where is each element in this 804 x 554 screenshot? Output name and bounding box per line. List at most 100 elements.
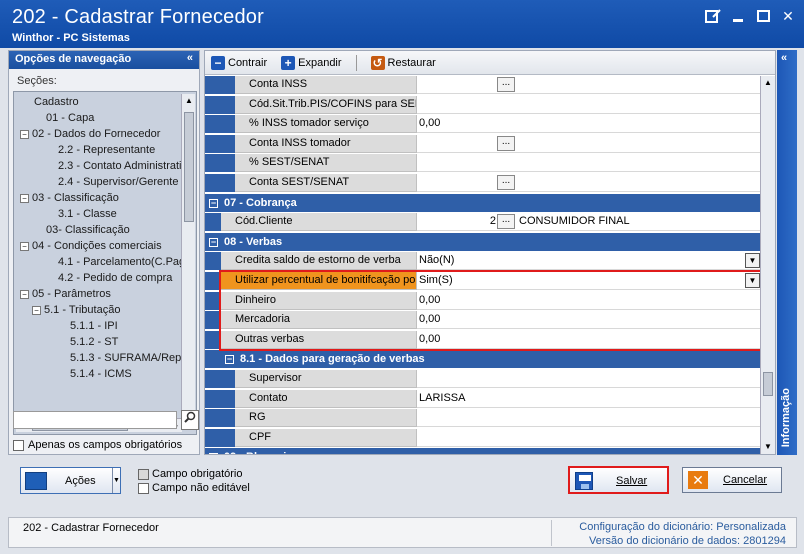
chevron-down-icon[interactable]: ▼	[745, 273, 760, 288]
scroll-up-icon[interactable]: ▲	[761, 76, 775, 90]
field-value[interactable]	[417, 154, 760, 172]
field-value[interactable]: Não(N) ▼	[417, 252, 760, 270]
field-value[interactable]: 0,00	[417, 292, 760, 310]
tree-item-label: 2.4 - Supervisor/Gerente	[58, 176, 179, 188]
scroll-thumb[interactable]	[184, 112, 194, 222]
tree-item[interactable]: 5.1.2 - ST	[16, 334, 182, 350]
section-search-input[interactable]	[13, 411, 177, 429]
minimize-icon[interactable]	[731, 8, 747, 24]
close-icon[interactable]: ✕	[780, 8, 796, 24]
tree-item[interactable]: 4.1 - Parcelamento(C.Paga	[16, 254, 182, 270]
tree-item-label: 05 - Parâmetros	[32, 288, 111, 300]
grid-row: Mercadoria 0,00	[205, 311, 760, 329]
field-value[interactable]	[417, 96, 760, 114]
tree-vertical-scrollbar[interactable]: ▲ ▼	[181, 94, 195, 420]
tree-item[interactable]: −02 - Dados do Fornecedor	[16, 126, 182, 142]
collapse-nav-icon[interactable]: «	[187, 52, 193, 64]
lookup-button[interactable]: ...	[497, 77, 515, 92]
tree-item[interactable]: 03- Classificação	[16, 222, 182, 238]
scroll-up-icon[interactable]: ▲	[182, 94, 196, 108]
section-header[interactable]: −08 - Verbas	[205, 233, 760, 251]
floppy-disk-icon	[575, 472, 593, 490]
info-panel-label: Informação	[780, 387, 792, 447]
field-value[interactable]	[417, 429, 760, 447]
field-label: % SEST/SENAT	[235, 154, 417, 172]
field-value[interactable]: 0,00	[417, 311, 760, 329]
tree-toggle-icon[interactable]: −	[20, 129, 29, 139]
info-panel[interactable]: « Informação	[777, 50, 797, 455]
field-value[interactable]: 2... CONSUMIDOR FINAL	[417, 213, 760, 231]
restore-button[interactable]: ↺ Restaurar	[370, 55, 436, 70]
tree-item[interactable]: Cadastro	[16, 94, 182, 110]
field-value[interactable]: 0,00	[417, 331, 760, 349]
scroll-thumb[interactable]	[763, 372, 773, 396]
actions-icon	[25, 471, 47, 490]
tree-item[interactable]: 3.1 - Classe	[16, 206, 182, 222]
field-value-text: 0,00	[419, 294, 441, 306]
tree-item-label: 4.1 - Parcelamento(C.Paga	[58, 256, 182, 268]
section-toggle-icon[interactable]: −	[209, 237, 218, 247]
field-value[interactable]: ...	[417, 135, 760, 153]
tree-item[interactable]: −04 - Condições comerciais	[16, 238, 182, 254]
field-value[interactable]	[417, 370, 760, 388]
tree-toggle-icon[interactable]: −	[20, 193, 29, 203]
tree-item[interactable]: −03 - Classificação	[16, 190, 182, 206]
section-header[interactable]: − 09 - Bloqueio	[205, 448, 760, 454]
only-required-checkbox[interactable]	[13, 439, 24, 451]
tree-toggle-icon[interactable]: −	[32, 305, 41, 315]
row-gutter	[205, 370, 235, 388]
field-value[interactable]: 0,00	[417, 115, 760, 133]
sections-tree-container: Cadastro 01 - Capa −02 - Dados do Forneced…	[13, 91, 197, 435]
edit-window-icon[interactable]	[705, 8, 721, 24]
tree-item[interactable]: 2.2 - Representante	[16, 142, 182, 158]
tree-item[interactable]: 5.1.4 - ICMS	[16, 366, 182, 382]
form-vertical-scrollbar[interactable]: ▲ ▼	[760, 76, 775, 454]
status-bar: 202 - Cadastrar Fornecedor Configuração …	[8, 517, 797, 548]
tree-item-label: 5.1.1 - IPI	[70, 320, 118, 332]
tree-item[interactable]: 01 - Capa	[16, 110, 182, 126]
grid-row: Outras verbas 0,00	[205, 331, 760, 349]
tree-item[interactable]: 2.4 - Supervisor/Gerente	[16, 174, 182, 190]
tree-item[interactable]: 2.3 - Contato Administrativ	[16, 158, 182, 174]
field-value[interactable]: LARISSA	[417, 390, 760, 408]
actions-button[interactable]: Ações ▼	[20, 467, 121, 494]
field-value[interactable]: ...	[417, 76, 760, 94]
search-icon[interactable]	[181, 410, 199, 430]
lookup-button[interactable]: ...	[497, 175, 515, 190]
tree-item-label: 03 - Classificação	[32, 192, 119, 204]
section-toggle-icon[interactable]: −	[209, 198, 218, 208]
scroll-down-icon[interactable]: ▼	[761, 440, 775, 454]
cancel-button[interactable]: ✕ Cancelar	[682, 467, 782, 493]
dict-config-label: Configuração do dicionário:	[579, 521, 714, 533]
field-value[interactable]: ...	[417, 174, 760, 192]
tree-item[interactable]: −5.1 - Tributação	[16, 302, 182, 318]
collapse-button[interactable]: − Contrair	[211, 55, 267, 70]
tree-toggle-icon[interactable]: −	[20, 241, 29, 251]
section-header[interactable]: −07 - Cobrança	[205, 194, 760, 212]
only-required-option[interactable]: Apenas os campos obrigatórios	[13, 439, 182, 451]
save-button[interactable]: Salvar	[568, 466, 669, 494]
expand-info-icon[interactable]: «	[781, 52, 787, 64]
section-header[interactable]: −8.1 - Dados para geração de verbas	[205, 350, 760, 368]
grid-row: Conta INSS tomador...	[205, 135, 760, 153]
field-value[interactable]: Sim(S) ▼	[417, 272, 760, 290]
minus-icon: −	[211, 55, 225, 70]
tree-item[interactable]: −05 - Parâmetros	[16, 286, 182, 302]
section-toggle-icon[interactable]: −	[209, 452, 218, 454]
chevron-down-icon[interactable]: ▼	[745, 253, 760, 268]
tree-item[interactable]: 5.1.3 - SUFRAMA/Repa	[16, 350, 182, 366]
expand-button[interactable]: + Expandir	[281, 55, 342, 70]
tree-toggle-icon[interactable]: −	[20, 289, 29, 299]
grid-row: Dinheiro 0,00	[205, 292, 760, 310]
lookup-button[interactable]: ...	[497, 136, 515, 151]
tree-item[interactable]: 4.2 - Pedido de compra	[16, 270, 182, 286]
restore-icon[interactable]	[757, 10, 770, 22]
lookup-button[interactable]: ...	[497, 214, 515, 229]
readonly-swatch	[138, 482, 149, 494]
chevron-down-icon[interactable]: ▼	[112, 468, 120, 493]
field-label: CPF	[235, 429, 417, 447]
section-toggle-icon[interactable]: −	[225, 354, 234, 364]
field-value[interactable]	[417, 409, 760, 427]
tree-item[interactable]: 5.1.1 - IPI	[16, 318, 182, 334]
section-label: 07 - Cobrança	[224, 197, 297, 209]
